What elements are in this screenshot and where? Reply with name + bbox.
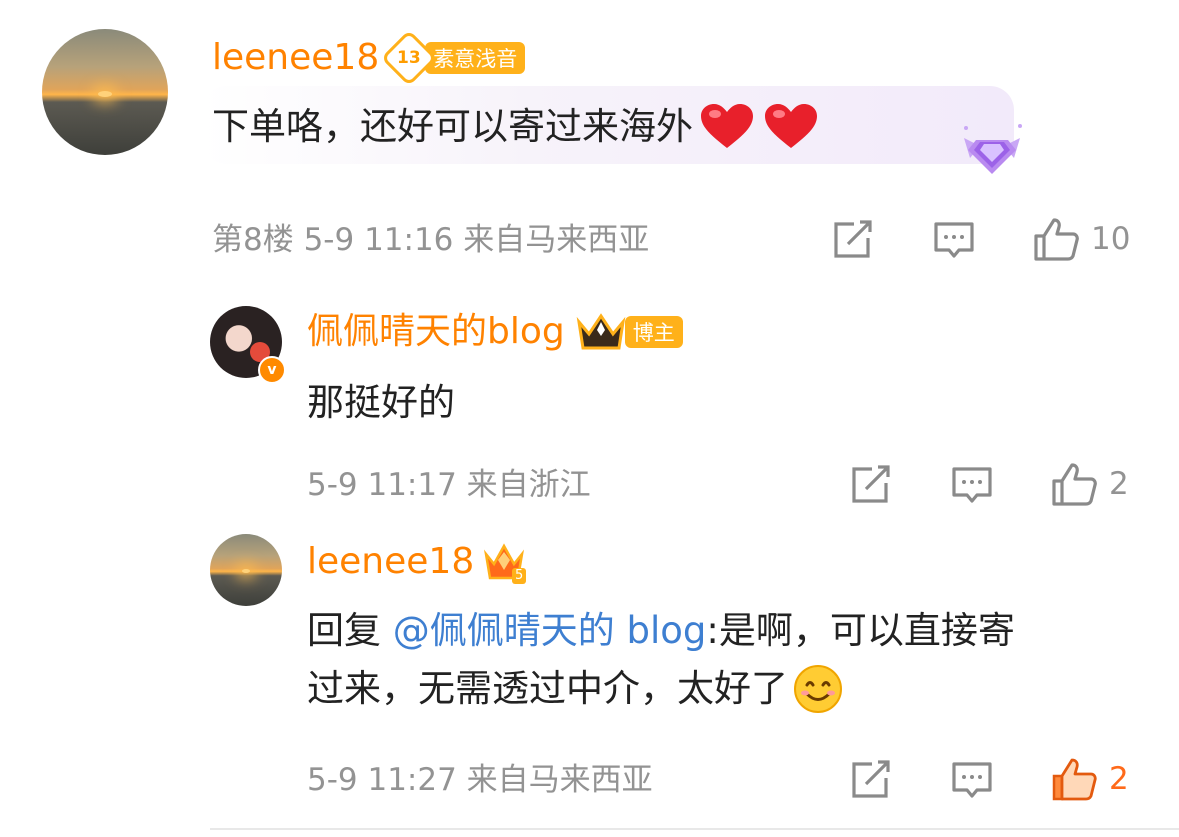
diamond-badge-icon bbox=[950, 118, 1034, 182]
thumbs-up-icon bbox=[1052, 463, 1097, 506]
level-badge: 13 素意浅音 bbox=[380, 29, 526, 87]
thumbs-up-icon bbox=[1052, 758, 1097, 801]
verified-badge-icon: v bbox=[258, 356, 286, 384]
mention-link[interactable]: @佩佩晴天的 blog bbox=[393, 609, 707, 652]
repost-button[interactable] bbox=[850, 760, 892, 800]
like-button-liked[interactable]: 2 bbox=[1051, 756, 1129, 802]
like-button[interactable]: 2 bbox=[1051, 461, 1129, 507]
username[interactable]: 佩佩晴天的blog bbox=[307, 312, 565, 352]
crown-badge-icon: 5 bbox=[482, 540, 527, 584]
comment-button[interactable] bbox=[951, 465, 993, 505]
comment-button[interactable] bbox=[933, 220, 975, 260]
divider bbox=[210, 828, 1179, 830]
comment-3-header: leenee18 5 bbox=[307, 540, 527, 584]
comment-1-meta: 第8楼 5-9 11:16 来自马来西亚 bbox=[212, 222, 650, 258]
comment-2-meta: 5-9 11:17 来自浙江 bbox=[307, 467, 591, 503]
comment-text: 回复 @佩佩晴天的 blog:是啊，可以直接寄 过来，无需透过中介，太好了 bbox=[307, 602, 1147, 718]
like-count: 2 bbox=[1109, 761, 1129, 797]
comment-button[interactable] bbox=[951, 760, 993, 800]
username[interactable]: leenee18 bbox=[307, 542, 474, 582]
comment-icon bbox=[952, 467, 992, 503]
avatar-leenee18[interactable] bbox=[210, 534, 282, 606]
comment-icon bbox=[934, 222, 974, 258]
repost-icon bbox=[852, 465, 890, 503]
repost-icon bbox=[834, 220, 872, 258]
repost-icon bbox=[852, 760, 890, 798]
heart-icon bbox=[699, 102, 755, 152]
comment-1-header: leenee18 13 素意浅音 bbox=[212, 29, 526, 87]
repost-button[interactable] bbox=[850, 465, 892, 505]
comment-icon bbox=[952, 762, 992, 798]
fan-badge: 素意浅音 bbox=[425, 42, 526, 74]
smile-emoji-icon bbox=[792, 663, 844, 715]
like-count: 2 bbox=[1109, 466, 1129, 502]
comment-2-header: 佩佩晴天的blog 博主 bbox=[307, 312, 683, 352]
like-count: 10 bbox=[1091, 221, 1131, 257]
repost-button[interactable] bbox=[832, 220, 874, 260]
comment-text: 那挺好的 bbox=[307, 381, 455, 424]
like-button[interactable]: 10 bbox=[1033, 216, 1130, 262]
crown-badge-icon bbox=[576, 313, 626, 350]
avatar-leenee18[interactable] bbox=[42, 29, 168, 155]
blogger-badge: 博主 bbox=[575, 312, 683, 352]
level-badge-icon: 13 bbox=[380, 29, 438, 87]
comment-text: 下单咯，还好可以寄过来海外 bbox=[212, 105, 693, 148]
username[interactable]: leenee18 bbox=[212, 38, 379, 78]
heart-icon bbox=[763, 102, 819, 152]
comment-3-meta: 5-9 11:27 来自马来西亚 bbox=[307, 762, 653, 798]
comment-1-body: 下单咯，还好可以寄过来海外 bbox=[212, 98, 819, 156]
thumbs-up-icon bbox=[1034, 218, 1079, 261]
